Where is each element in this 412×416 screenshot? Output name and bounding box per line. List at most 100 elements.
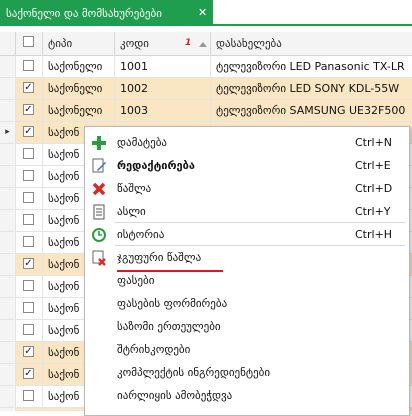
cell-type: საქონელი — [43, 78, 115, 99]
row-indicator — [0, 78, 16, 99]
menu-item-label: წაშლა — [117, 182, 152, 195]
cell-code: 1001 — [115, 56, 211, 77]
row-indicator — [0, 56, 16, 77]
row-select-cell[interactable] — [16, 56, 43, 77]
select-all-checkbox[interactable] — [23, 36, 34, 47]
cell-name: ტელევიზორი LED SONY KDL-55W — [216, 82, 400, 95]
row-select-cell[interactable] — [16, 144, 43, 165]
row-select-cell[interactable] — [16, 276, 43, 297]
menu-item-shortcut: Ctrl+N — [355, 136, 393, 149]
group-delete-icon — [91, 250, 107, 266]
menu-item-label: ფასები — [117, 274, 155, 287]
menu-item-12[interactable]: იარლიყის ამობეჭდვა — [85, 384, 409, 408]
tab-goods-and-services[interactable]: საქონელი და მომსახურებები ✕ — [0, 0, 213, 26]
row-checkbox[interactable]: ✓ — [23, 126, 34, 137]
column-header-code-label: კოდი — [120, 37, 149, 50]
red-annotation-underline — [117, 270, 223, 272]
table-row[interactable]: ✓ საქონელი 1003 ტელევიზორი SAMSUNG UE32F500 — [0, 100, 412, 122]
row-checkbox[interactable] — [23, 280, 34, 291]
edit-icon — [91, 158, 107, 174]
menu-item-7[interactable]: ფასები — [85, 269, 409, 293]
row-select-cell[interactable] — [16, 232, 43, 253]
select-all-header[interactable] — [16, 32, 43, 56]
menu-item-6[interactable]: ჯგუფური წაშლა — [85, 246, 409, 270]
cell-code: 1002 — [115, 78, 211, 99]
row-checkbox[interactable] — [23, 236, 34, 247]
plus-icon — [91, 135, 107, 151]
sort-ascending-icon — [199, 42, 207, 47]
cell-type: საქონელი — [43, 56, 115, 77]
row-select-cell[interactable]: ✓ — [16, 254, 43, 275]
row-indicator — [0, 364, 16, 385]
column-header-name[interactable]: დასახელება — [211, 32, 412, 56]
menu-item-3[interactable]: წაშლა Ctrl+D — [85, 177, 409, 201]
context-menu: დამატება Ctrl+N რედაქტირება Ctrl+E წაშლა Ctrl… — [84, 126, 410, 416]
close-icon[interactable]: ✕ — [198, 6, 207, 19]
delete-x-icon — [91, 181, 107, 197]
menu-item-11[interactable]: კომპლექტის ინგრედიენტები — [85, 361, 409, 385]
tab-title: საქონელი და მომსახურებები — [6, 6, 162, 20]
row-select-cell[interactable] — [16, 210, 43, 231]
row-select-cell[interactable] — [16, 320, 43, 341]
cell-name: ტელევიზორი SAMSUNG UE32F500 — [216, 104, 406, 117]
table-row[interactable]: ✓ საქონელი 1002 ტელევიზორი LED SONY KDL-55W — [0, 78, 412, 100]
row-select-cell[interactable]: ✓ — [16, 122, 43, 143]
row-checkbox[interactable]: ✓ — [23, 82, 34, 93]
menu-item-shortcut: Ctrl+H — [355, 228, 393, 241]
row-checkbox[interactable] — [23, 390, 34, 401]
menu-item-9[interactable]: საზომი ერთეულები — [85, 315, 409, 339]
menu-item-label: ისტორია — [117, 228, 165, 241]
menu-item-2[interactable]: რედაქტირება Ctrl+E — [85, 154, 409, 178]
menu-item-label: კომპლექტის ინგრედიენტები — [117, 366, 271, 379]
row-indicator: ▸ — [0, 122, 16, 143]
menu-item-label: შტრიხკოდები — [117, 343, 191, 356]
column-header-code[interactable]: კოდი 1 — [115, 32, 211, 56]
menu-item-8[interactable]: ფასების ფორმირება — [85, 292, 409, 316]
row-select-cell[interactable]: ✓ — [16, 100, 43, 121]
row-indicator — [0, 210, 16, 231]
history-icon — [91, 227, 107, 243]
menu-item-label: რედაქტირება — [117, 159, 195, 172]
row-indicator — [0, 342, 16, 363]
row-checkbox[interactable] — [23, 302, 34, 313]
sort-order-index: 1 — [185, 38, 192, 48]
menu-item-shortcut: Ctrl+E — [355, 159, 391, 172]
menu-item-5[interactable]: ისტორია Ctrl+H — [85, 223, 409, 247]
row-select-cell[interactable]: ✓ — [16, 342, 43, 363]
row-checkbox[interactable]: ✓ — [23, 346, 34, 357]
row-checkbox[interactable] — [23, 60, 34, 71]
row-checkbox[interactable]: ✓ — [23, 258, 34, 269]
row-checkbox[interactable] — [23, 192, 34, 203]
menu-item-label: დამატება — [117, 136, 167, 149]
column-header-type[interactable]: ტიპი — [43, 32, 115, 56]
row-indicator — [0, 276, 16, 297]
row-checkbox[interactable] — [23, 148, 34, 159]
menu-item-shortcut: Ctrl+D — [355, 182, 393, 195]
row-select-cell[interactable] — [16, 188, 43, 209]
menu-item-label: ჯგუფური წაშლა — [117, 251, 202, 264]
row-indicator — [0, 298, 16, 319]
row-checkbox[interactable] — [23, 170, 34, 181]
row-checkbox[interactable] — [23, 324, 34, 335]
copy-icon — [91, 204, 107, 220]
menu-item-1[interactable]: დამატება Ctrl+N — [85, 131, 409, 155]
row-select-cell[interactable]: ✓ — [16, 364, 43, 385]
row-checkbox[interactable] — [23, 214, 34, 225]
row-select-cell[interactable] — [16, 166, 43, 187]
menu-item-4[interactable]: ასლი Ctrl+Y — [85, 200, 409, 224]
table-row[interactable]: საქონელი 1001 ტელევიზორი LED Panasonic TX-… — [0, 56, 412, 78]
row-select-cell[interactable] — [16, 386, 43, 407]
row-indicator — [0, 188, 16, 209]
tab-strip: საქონელი და მომსახურებები ✕ — [0, 0, 412, 26]
menu-item-label: ფასების ფორმირება — [117, 297, 228, 310]
menu-item-label: იარლიყის ამობეჭდვა — [117, 389, 233, 402]
menu-item-10[interactable]: შტრიხკოდები — [85, 338, 409, 362]
row-checkbox[interactable]: ✓ — [23, 368, 34, 379]
menu-item-label: საზომი ერთეულები — [117, 320, 221, 333]
row-checkbox[interactable]: ✓ — [23, 104, 34, 115]
row-select-cell[interactable]: ✓ — [16, 78, 43, 99]
cell-code: 1003 — [115, 100, 211, 121]
row-indicator — [0, 166, 16, 187]
row-indicator — [0, 320, 16, 341]
row-select-cell[interactable] — [16, 298, 43, 319]
